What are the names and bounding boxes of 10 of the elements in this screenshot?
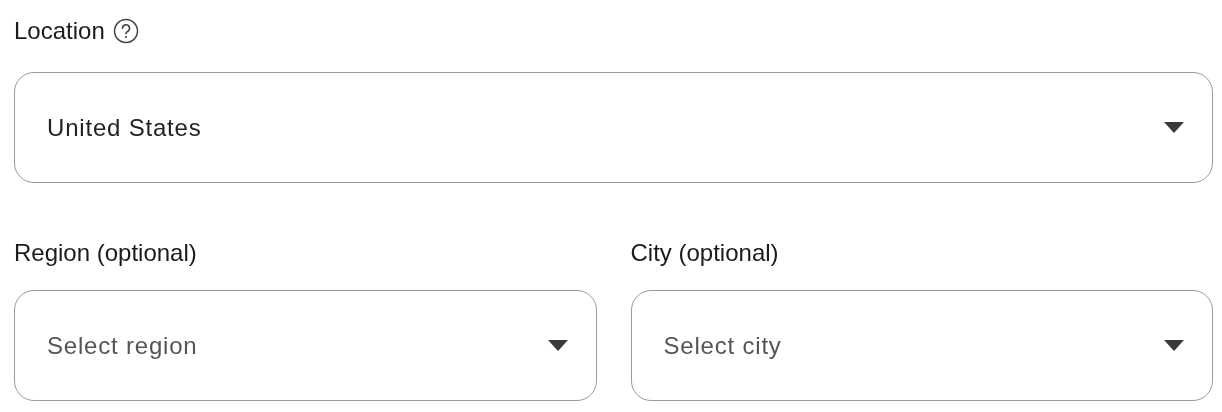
dropdown-field[interactable]: Select city bbox=[630, 290, 1213, 401]
field-label: Region (optional) bbox=[14, 239, 197, 267]
caret-icon bbox=[547, 340, 568, 351]
country-select[interactable]: United States bbox=[14, 72, 1213, 183]
help-icon[interactable] bbox=[112, 18, 139, 44]
caret-icon bbox=[1164, 340, 1184, 351]
field-label: Location bbox=[14, 17, 105, 45]
field-label: City (optional) bbox=[630, 239, 779, 267]
dropdown-field[interactable]: Select region bbox=[14, 290, 597, 401]
caret-icon bbox=[1164, 122, 1184, 133]
